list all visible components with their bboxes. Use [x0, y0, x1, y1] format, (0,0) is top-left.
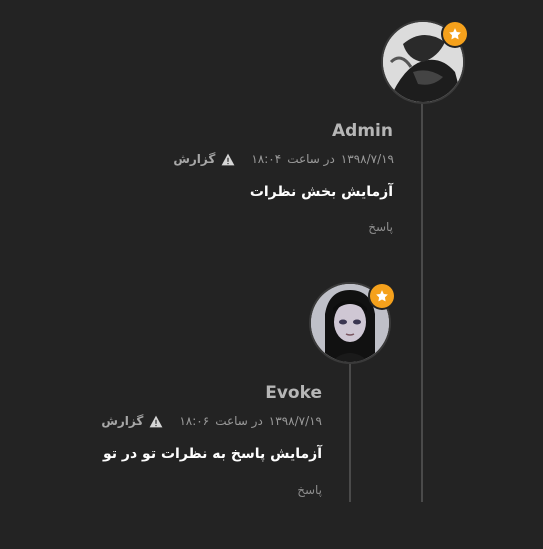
warning-icon [221, 153, 235, 165]
comment-time: ۱۸:۰۶ [179, 414, 210, 428]
report-button[interactable]: گزارش [101, 414, 163, 428]
comment-text: آزمایش پاسخ به نظرات تو در تو [103, 446, 322, 462]
star-icon [449, 28, 461, 40]
badge [443, 22, 467, 46]
reply-link[interactable]: پاسخ [297, 483, 322, 497]
comment-author[interactable]: Evoke [265, 383, 322, 403]
comment-time: ۱۸:۰۴ [251, 152, 282, 166]
report-button[interactable]: گزارش [173, 152, 235, 166]
thread-line-parent [421, 100, 423, 502]
comment-at-label: در ساعت [215, 414, 263, 428]
badge [370, 284, 394, 308]
comment-text: آزمایش بخش نظرات [249, 184, 393, 200]
comment-at-label: در ساعت [287, 152, 335, 166]
thread-line-reply [349, 360, 351, 502]
report-label: گزارش [173, 152, 216, 166]
reply-link[interactable]: پاسخ [368, 220, 393, 234]
comment-meta: ۱۳۹۸/۷/۱۹ در ساعت ۱۸:۰۶ گزارش [101, 414, 322, 428]
comment-meta: ۱۳۹۸/۷/۱۹ در ساعت ۱۸:۰۴ گزارش [173, 152, 394, 166]
comment-date: ۱۳۹۸/۷/۱۹ [340, 152, 394, 166]
comment-date: ۱۳۹۸/۷/۱۹ [268, 414, 322, 428]
report-label: گزارش [101, 414, 144, 428]
warning-icon [149, 415, 163, 427]
star-icon [376, 290, 388, 302]
comment-author[interactable]: Admin [332, 121, 393, 141]
